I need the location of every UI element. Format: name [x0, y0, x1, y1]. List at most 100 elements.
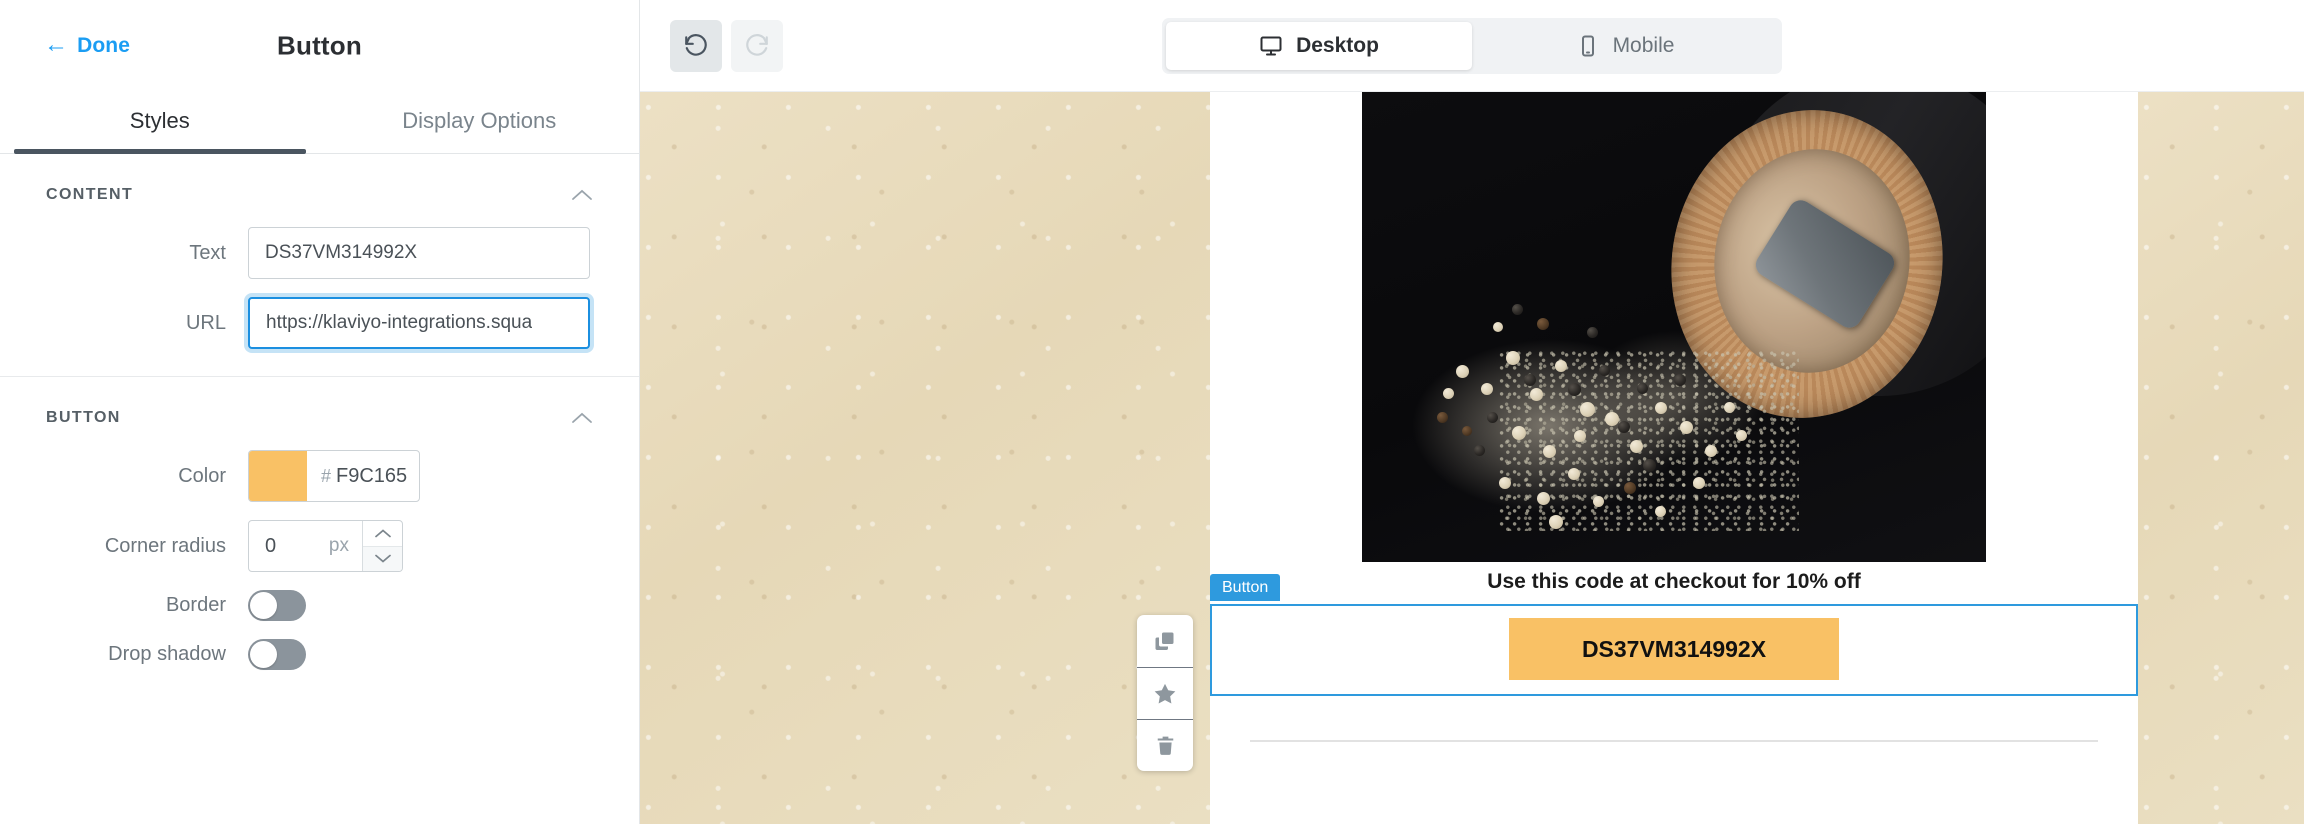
- stepper-arrows: [362, 521, 402, 571]
- peppercorn: [1736, 430, 1748, 442]
- back-arrow-icon: ←: [44, 31, 69, 58]
- trash-icon[interactable]: [1137, 719, 1193, 771]
- hash-symbol: #: [321, 465, 332, 486]
- peppercorn: [1574, 430, 1587, 443]
- border-toggle[interactable]: [248, 590, 306, 621]
- promo-caption: Use this code at checkout for 10% off: [1487, 570, 1861, 593]
- device-desktop-label: Desktop: [1296, 34, 1379, 57]
- redo-button[interactable]: [731, 19, 783, 72]
- peppercorn: [1530, 388, 1544, 402]
- selection-tag: Button: [1210, 574, 1281, 601]
- canvas-background-right: [2138, 92, 2304, 824]
- border-row: Border: [0, 581, 639, 630]
- cta-button-label: DS37VM314992X: [1581, 635, 1767, 662]
- chevron-up-icon[interactable]: [571, 411, 593, 425]
- peppercorn: [1586, 327, 1598, 338]
- corner-radius-label: Corner radius: [104, 534, 226, 557]
- url-field-row: URL https://klaviyo-integrations.squa: [0, 288, 639, 358]
- color-hex-value: F9C165: [336, 464, 408, 487]
- peppercorn-scatter: [1362, 92, 1986, 562]
- peppercorn: [1723, 402, 1735, 414]
- device-desktop-button[interactable]: Desktop: [1166, 22, 1472, 70]
- url-input[interactable]: https://klaviyo-integrations.squa: [248, 297, 590, 349]
- tab-styles-label: Styles: [129, 107, 190, 133]
- peppercorn: [1511, 425, 1526, 440]
- peppercorn: [1493, 322, 1504, 333]
- peppercorn: [1655, 402, 1668, 415]
- peppercorn: [1524, 374, 1537, 386]
- peppercorn: [1592, 496, 1604, 508]
- star-icon[interactable]: [1137, 667, 1193, 719]
- color-swatch[interactable]: [249, 451, 307, 501]
- sidebar-tabs: Styles Display Options: [0, 92, 639, 154]
- url-input-value: https://klaviyo-integrations.squa: [266, 312, 533, 333]
- selected-button-block[interactable]: Button DS37VM314992X: [1210, 574, 2138, 696]
- button-section-header[interactable]: BUTTON: [0, 377, 639, 441]
- drop-shadow-toggle[interactable]: [248, 639, 306, 670]
- border-label: Border: [165, 594, 226, 616]
- tab-styles[interactable]: Styles: [0, 92, 320, 154]
- cta-button[interactable]: DS37VM314992X: [1509, 618, 1839, 680]
- canvas-background-left: [640, 92, 1210, 824]
- device-preview-toggle: Desktop Mobile: [1162, 18, 1782, 74]
- corner-radius-unit: px: [328, 535, 349, 556]
- peppercorn: [1605, 411, 1620, 426]
- corner-radius-row: Corner radius 0 px: [0, 511, 639, 581]
- peppercorn: [1536, 491, 1550, 505]
- peppercorn: [1549, 515, 1564, 529]
- done-button[interactable]: ← Done: [44, 31, 130, 58]
- chevron-up-icon[interactable]: [571, 188, 593, 202]
- device-mobile-label: Mobile: [1612, 34, 1675, 57]
- peppercorn: [1692, 477, 1705, 490]
- editor-toolbar: Desktop Mobile: [640, 0, 2304, 92]
- duplicate-icon[interactable]: [1137, 615, 1193, 667]
- toggle-knob: [250, 592, 277, 619]
- sidebar-header: ← Done Button: [0, 0, 639, 92]
- peppercorn: [1499, 477, 1512, 490]
- peppercorn: [1505, 350, 1520, 365]
- url-field-label: URL: [185, 311, 226, 334]
- tab-display-options[interactable]: Display Options: [320, 92, 640, 153]
- undo-redo-group: [670, 19, 783, 72]
- peppercorn: [1655, 505, 1667, 517]
- content-section: CONTENT Text DS37VM314992X URL https://k…: [0, 154, 639, 377]
- hero-image-block[interactable]: [1210, 92, 2138, 562]
- stepper-down-icon[interactable]: [363, 545, 402, 571]
- email-editor-app: ← Done Button Styles Display Options CON…: [0, 0, 2304, 824]
- drop-shadow-label: Drop shadow: [108, 643, 226, 665]
- color-hex-input[interactable]: # F9C165: [307, 451, 419, 501]
- peppercorn: [1617, 421, 1630, 433]
- device-mobile-button[interactable]: Mobile: [1472, 22, 1778, 70]
- peppercorn: [1480, 383, 1493, 396]
- peppercorn: [1443, 388, 1455, 400]
- peppercorn: [1599, 364, 1611, 376]
- peppercorn: [1567, 468, 1580, 480]
- text-field-row: Text DS37VM314992X: [0, 218, 639, 288]
- peppercorn: [1680, 421, 1694, 434]
- email-body: Use this code at checkout for 10% off Bu…: [1210, 92, 2138, 824]
- mobile-icon: [1576, 34, 1600, 58]
- preview-panel: Desktop Mobile Use this code at checkout…: [640, 0, 2304, 824]
- content-section-title: CONTENT: [46, 186, 134, 203]
- corner-radius-input[interactable]: 0 px: [249, 521, 362, 571]
- peppercorn: [1486, 411, 1498, 423]
- peppercorn: [1642, 458, 1656, 472]
- stepper-up-icon[interactable]: [363, 521, 402, 546]
- peppercorn: [1542, 444, 1556, 458]
- block-action-rail: [1137, 615, 1193, 771]
- peppercorn: [1474, 444, 1486, 456]
- peppercorn: [1624, 482, 1637, 495]
- color-field-row: Color # F9C165: [0, 441, 639, 511]
- drop-shadow-row: Drop shadow: [0, 630, 639, 679]
- styles-sidebar: ← Done Button Styles Display Options CON…: [0, 0, 640, 824]
- corner-radius-stepper[interactable]: 0 px: [248, 520, 403, 572]
- content-section-header[interactable]: CONTENT: [0, 154, 639, 218]
- email-divider: [1250, 740, 2098, 742]
- peppercorn: [1461, 425, 1472, 436]
- text-field-label: Text: [189, 241, 226, 264]
- peppercorn: [1555, 359, 1568, 372]
- pepper-grinder-image: [1362, 92, 1986, 562]
- text-input[interactable]: DS37VM314992X: [248, 227, 590, 279]
- color-picker[interactable]: # F9C165: [248, 450, 420, 502]
- undo-button[interactable]: [670, 19, 722, 72]
